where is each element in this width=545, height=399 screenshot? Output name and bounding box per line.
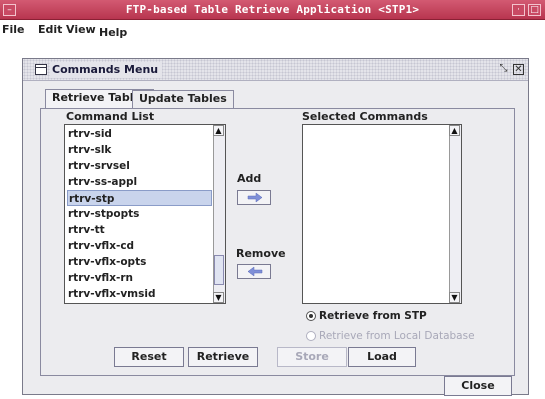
close-button[interactable]: Close: [444, 376, 512, 396]
retrieve-button[interactable]: Retrieve: [188, 347, 258, 367]
tab-update-tables[interactable]: Update Tables: [132, 90, 234, 108]
list-item[interactable]: rtrv-srvsel: [67, 158, 212, 174]
window-title: FTP-based Table Retrieve Application <ST…: [125, 3, 420, 16]
selected-commands-list[interactable]: [302, 124, 462, 304]
arrow-left-icon: [247, 266, 263, 277]
add-label: Add: [237, 172, 262, 185]
scroll-up-icon[interactable]: ▲: [449, 125, 460, 136]
add-button[interactable]: [237, 190, 271, 205]
radio-retrieve-from-stp[interactable]: [306, 311, 316, 321]
load-button[interactable]: Load: [348, 347, 416, 367]
list-item[interactable]: rtrv-vflx-rn: [67, 270, 212, 286]
scroll-up-icon[interactable]: ▲: [213, 125, 224, 136]
menu-view[interactable]: View: [66, 22, 96, 38]
maximize-icon[interactable]: □: [528, 4, 541, 16]
list-item[interactable]: rtrv-ss-appl: [67, 174, 212, 190]
radio-retrieve-from-local-db: [306, 331, 316, 341]
selected-list-scrollbar[interactable]: [449, 125, 461, 303]
menu-help[interactable]: Help: [99, 25, 127, 41]
close-icon[interactable]: ✕: [513, 64, 524, 75]
scroll-down-icon[interactable]: ▼: [449, 292, 460, 303]
arrow-right-icon: [247, 192, 263, 203]
list-item-selected[interactable]: rtrv-stp: [67, 190, 212, 206]
restore-icon[interactable]: ⤡: [497, 63, 510, 76]
list-item[interactable]: rtrv-vflx-vmsid: [67, 286, 212, 302]
remove-button[interactable]: [237, 264, 271, 279]
store-button: Store: [277, 347, 347, 367]
menu-file[interactable]: File: [2, 22, 25, 38]
list-item[interactable]: rtrv-sid: [67, 126, 212, 142]
list-item[interactable]: rtrv-vflx-opts: [67, 254, 212, 270]
minimize-icon[interactable]: ·: [512, 4, 525, 16]
list-item[interactable]: rtrv-stpopts: [67, 206, 212, 222]
remove-label: Remove: [236, 247, 286, 260]
selected-commands-label: Selected Commands: [302, 110, 428, 123]
scroll-down-icon[interactable]: ▼: [213, 292, 224, 303]
radio-label-local-db: Retrieve from Local Database: [319, 330, 475, 342]
list-item[interactable]: rtrv-vflx-cd: [67, 238, 212, 254]
list-item[interactable]: rtrv-slk: [67, 142, 212, 158]
reset-button[interactable]: Reset: [114, 347, 184, 367]
frame-window-icon: [35, 64, 47, 75]
scroll-thumb[interactable]: [214, 255, 224, 285]
radio-label-stp: Retrieve from STP: [319, 310, 427, 322]
frame-title: Commands Menu: [50, 62, 163, 78]
command-list-label: Command List: [66, 110, 155, 123]
list-item[interactable]: rtrv-tt: [67, 222, 212, 238]
menu-edit[interactable]: Edit: [38, 22, 62, 38]
